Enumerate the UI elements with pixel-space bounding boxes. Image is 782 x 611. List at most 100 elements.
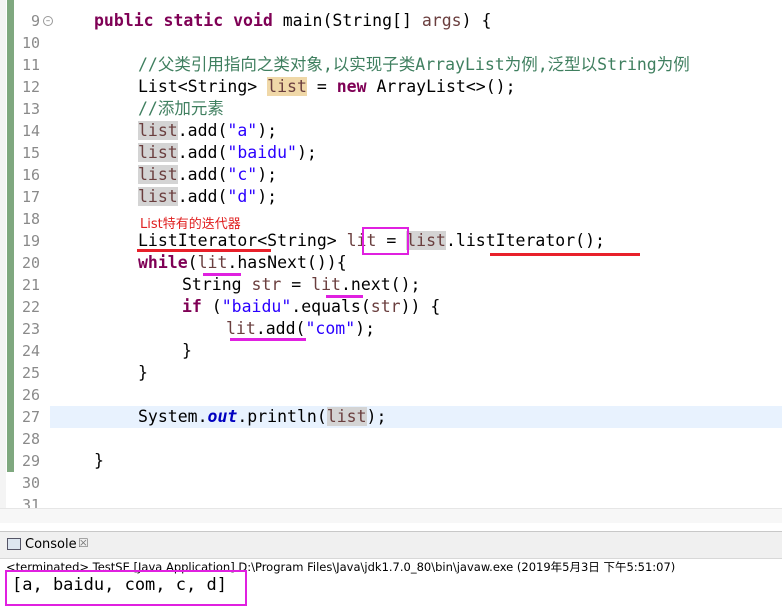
code-token: .listIterator(); xyxy=(446,231,605,250)
code-line-10[interactable]: 10 xyxy=(0,32,782,54)
code-text: String str = lit.next(); xyxy=(182,274,420,296)
variable-list-declaration: list xyxy=(267,77,307,96)
line-number: 29 xyxy=(21,452,40,470)
code-token: System. xyxy=(138,407,208,426)
line-number: 12 xyxy=(21,78,40,96)
keyword: if xyxy=(182,297,202,316)
code-text: list.add("d"); xyxy=(138,186,277,208)
line-number: 14 xyxy=(21,122,40,140)
line-number: 13 xyxy=(21,100,40,118)
code-token: ); xyxy=(296,143,317,162)
line-number: 21 xyxy=(21,276,40,294)
variable-list: list xyxy=(138,187,178,206)
code-token: String xyxy=(182,275,252,294)
console-view-tab[interactable]: Console ☒ xyxy=(0,531,782,559)
string-literal: "d" xyxy=(227,187,258,206)
line-number: 26 xyxy=(21,386,40,404)
code-line-26[interactable]: 26 xyxy=(0,384,782,406)
code-line-30[interactable]: 30 xyxy=(0,472,782,494)
fold-collapse-icon[interactable]: − xyxy=(43,16,53,26)
keyword: while xyxy=(138,253,188,272)
keyword: new xyxy=(336,77,367,96)
variable-args: args xyxy=(421,11,462,30)
static-field-out: out xyxy=(207,407,238,426)
line-number: 23 xyxy=(21,320,40,338)
code-line-15[interactable]: 15 list.add("baidu"); xyxy=(0,142,782,164)
annotation-underline-listiterator xyxy=(137,249,271,252)
code-line-17[interactable]: 17 list.add("d"); xyxy=(0,186,782,208)
string-literal: "a" xyxy=(227,121,258,140)
variable-list: list xyxy=(138,121,178,140)
code-token: List<String> xyxy=(138,77,268,96)
variable-str: str xyxy=(370,297,401,316)
line-number: 22 xyxy=(21,298,40,316)
code-line-24[interactable]: 24 } xyxy=(0,340,782,362)
code-token: ); xyxy=(355,319,376,338)
line-number: 20 xyxy=(21,254,40,272)
code-line-31[interactable]: 31 xyxy=(0,494,782,508)
code-line-12[interactable]: 12 List<String> list = new ArrayList<>()… xyxy=(0,76,782,98)
code-token: ListIterator xyxy=(138,231,258,250)
console-icon xyxy=(7,538,21,550)
code-line-20[interactable]: 20 while(lit.hasNext()){ xyxy=(0,252,782,274)
code-text: public static void main(String[] args) { xyxy=(94,10,491,32)
string-literal: "com" xyxy=(305,319,356,338)
code-line-22[interactable]: 22 if ("baidu".equals(str)) { xyxy=(0,296,782,318)
code-line-29[interactable]: 29 } xyxy=(0,450,782,472)
code-line-27[interactable]: 27 System.out.println(list); xyxy=(0,406,782,428)
line-number: 19 xyxy=(21,232,40,250)
line-number: 24 xyxy=(21,342,40,360)
annotation-underline-listiterator-call xyxy=(490,253,640,256)
variable-lit: lit xyxy=(311,275,341,294)
code-line-16[interactable]: 16 list.add("c"); xyxy=(0,164,782,186)
variable-list: list xyxy=(138,143,178,162)
code-editor[interactable]: 9 − public static void main(String[] arg… xyxy=(0,0,782,508)
code-token: <String> xyxy=(257,231,347,250)
code-text: list.add("baidu"); xyxy=(138,142,317,164)
close-icon[interactable]: ☒ xyxy=(78,536,89,550)
code-text: lit.add("com"); xyxy=(226,318,375,340)
code-text: } xyxy=(94,451,104,470)
code-token: .println( xyxy=(237,407,327,426)
annotation-box-output xyxy=(5,570,247,606)
code-token: .add( xyxy=(177,143,228,162)
line-number: 16 xyxy=(21,166,40,184)
code-token: ); xyxy=(257,165,278,184)
variable-lit: lit xyxy=(197,253,228,272)
code-token: = xyxy=(306,77,337,96)
code-token: .add( xyxy=(177,165,228,184)
line-number: 25 xyxy=(21,364,40,382)
line-number: 27 xyxy=(21,408,40,426)
code-token: ); xyxy=(257,187,278,206)
code-token: .equals( xyxy=(291,297,371,316)
comment: //添加元素 xyxy=(138,99,224,118)
code-line-28[interactable]: 28 xyxy=(0,428,782,450)
code-text: } xyxy=(182,341,192,360)
code-text: } xyxy=(138,363,148,382)
line-number: 17 xyxy=(21,188,40,206)
annotation-underline-lit-next xyxy=(326,295,363,298)
code-text: if ("baidu".equals(str)) { xyxy=(182,296,440,318)
variable-list: list xyxy=(138,165,178,184)
line-number: 15 xyxy=(21,144,40,162)
code-line-14[interactable]: 14 list.add("a"); xyxy=(0,120,782,142)
code-token: ( xyxy=(187,253,198,272)
code-text: List<String> list = new ArrayList<>(); xyxy=(138,76,516,98)
code-token: )) { xyxy=(400,297,441,316)
code-line-21[interactable]: 21 String str = lit.next(); xyxy=(0,274,782,296)
code-token: main(String[] xyxy=(272,11,422,30)
code-line-25[interactable]: 25 } xyxy=(0,362,782,384)
code-token: ); xyxy=(257,121,278,140)
line-number: 10 xyxy=(21,34,40,52)
string-literal: "baidu" xyxy=(221,297,292,316)
code-token: = xyxy=(281,275,312,294)
code-line-23[interactable]: 23 lit.add("com"); xyxy=(0,318,782,340)
editor-horizontal-scrollbar[interactable] xyxy=(0,508,782,523)
variable-str: str xyxy=(251,275,282,294)
code-line-13[interactable]: 13 //添加元素 xyxy=(0,98,782,120)
code-token: .next(); xyxy=(340,275,421,294)
code-line-9[interactable]: 9 − public static void main(String[] arg… xyxy=(0,10,782,32)
code-line-11[interactable]: 11 //父类引用指向之类对象,以实现子类ArrayList为例,泛型以Stri… xyxy=(0,54,782,76)
code-text: list.add("a"); xyxy=(138,120,277,142)
string-literal: "baidu" xyxy=(227,143,297,162)
